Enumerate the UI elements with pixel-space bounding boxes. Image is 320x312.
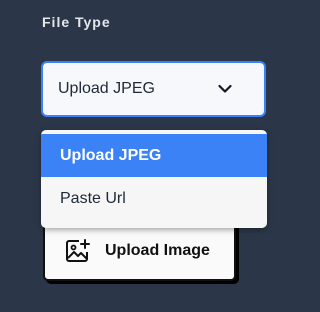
file-type-panel: File Type Upload JPEG Upload Image Uploa… <box>0 0 306 312</box>
file-type-select-value: Upload JPEG <box>58 80 155 97</box>
file-type-dropdown-menu: Upload JPEG Paste Url <box>41 130 267 228</box>
image-add-icon <box>66 238 90 262</box>
upload-image-label: Upload Image <box>105 241 210 259</box>
file-type-label: File Type <box>42 14 111 30</box>
file-type-select[interactable]: Upload JPEG <box>41 61 266 117</box>
dropdown-option-upload-jpeg[interactable]: Upload JPEG <box>41 134 267 177</box>
chevron-down-icon <box>218 84 232 93</box>
dropdown-option-paste-url[interactable]: Paste Url <box>41 177 267 220</box>
